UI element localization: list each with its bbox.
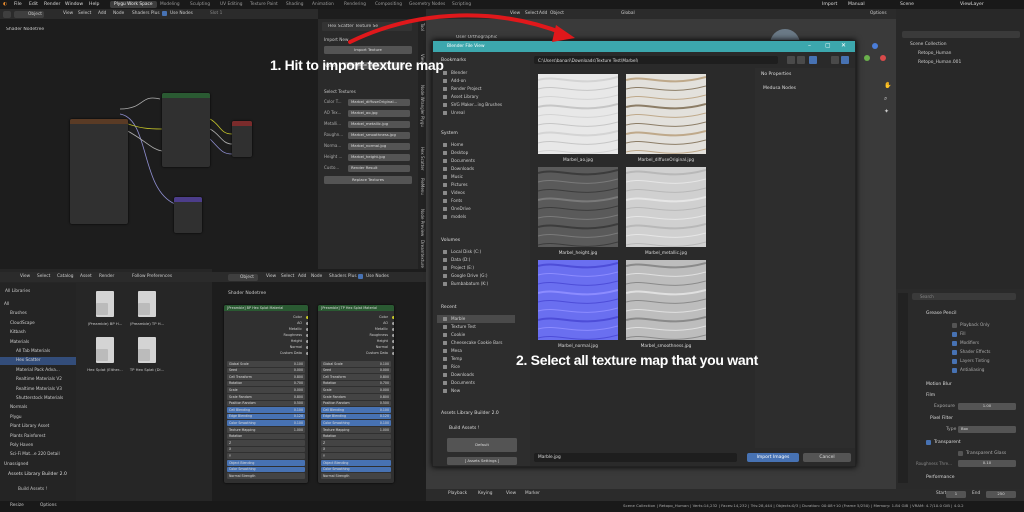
annotation-arrow bbox=[348, 13, 575, 44]
annotation-step2: 2. Select all texture map that you want bbox=[516, 352, 758, 368]
annotation-step1: 1. Hit to import texture map bbox=[270, 57, 444, 73]
